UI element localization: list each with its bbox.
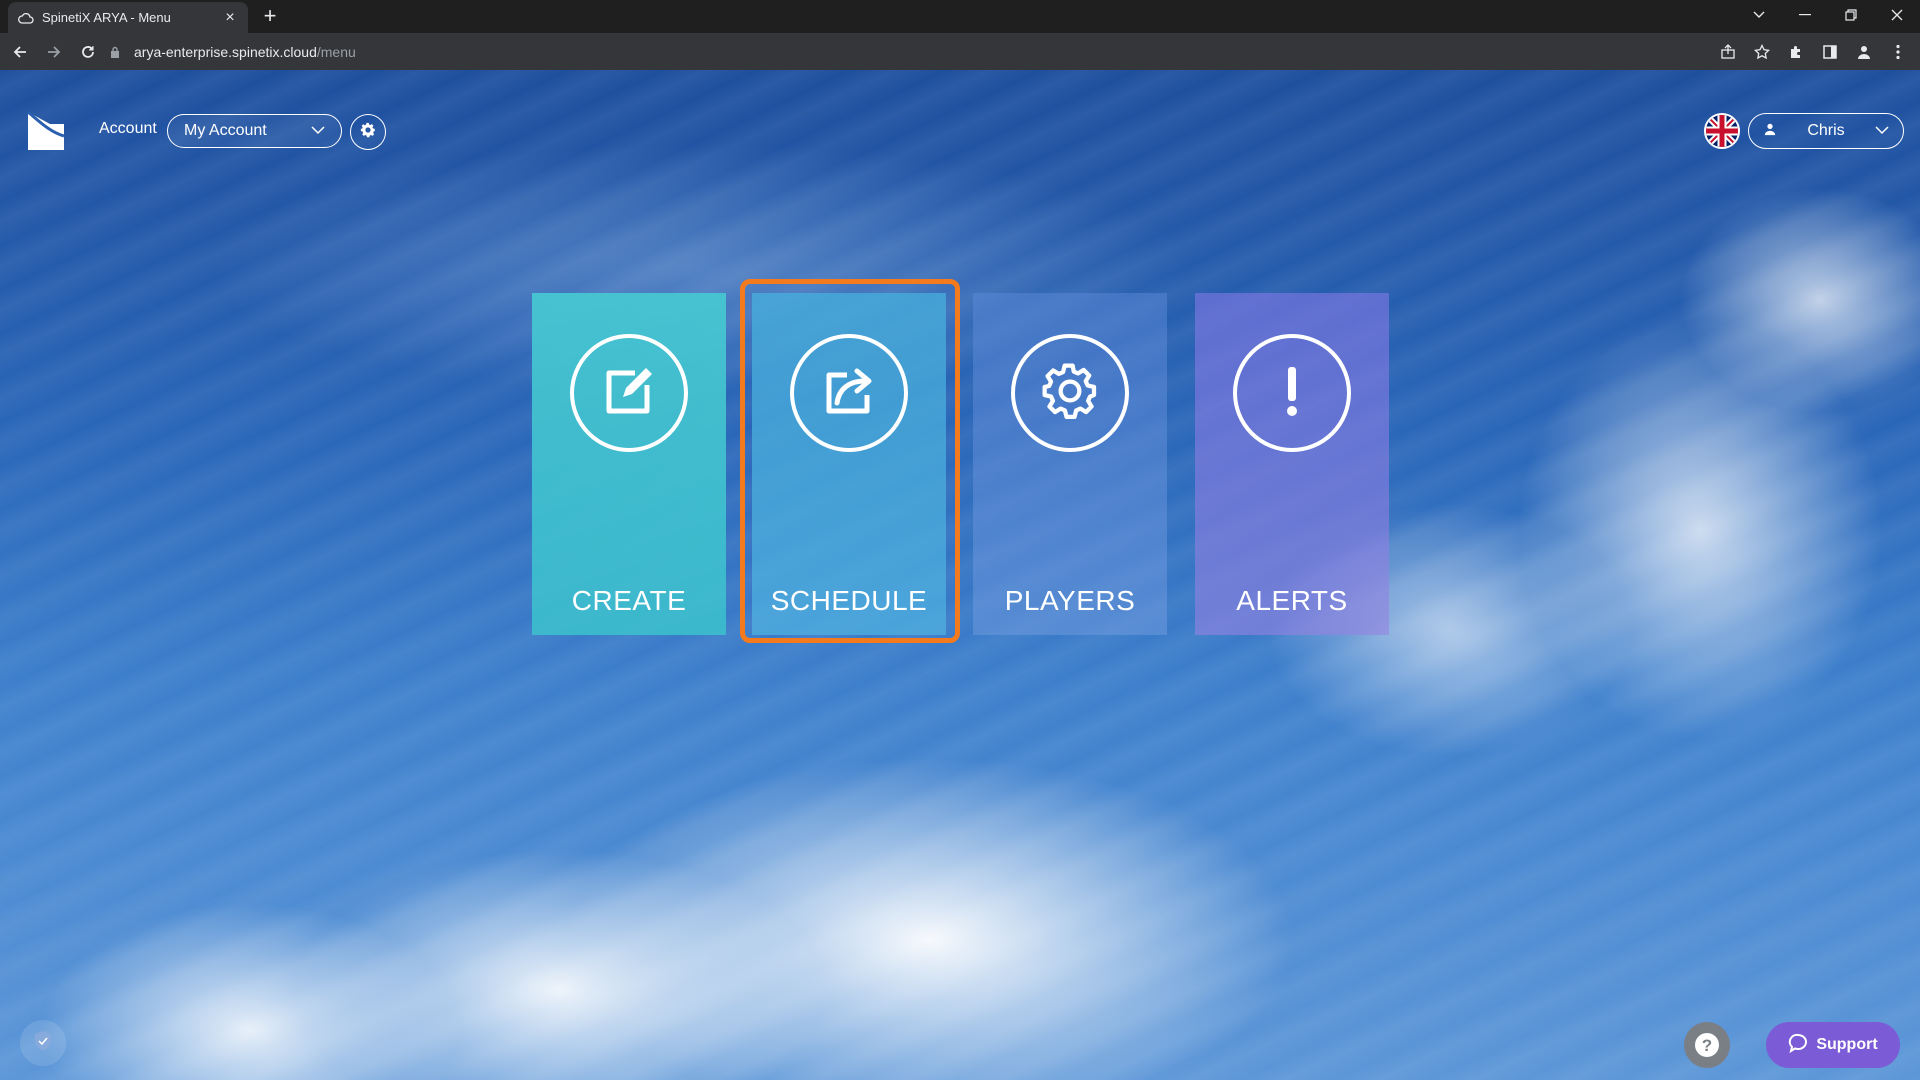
user-menu-dropdown[interactable]: Chris [1748,113,1904,149]
create-tile[interactable]: CREATE [532,293,726,635]
app-main: Account My Account Chris CREATE SCHEDULE… [0,70,1920,1080]
tab-close-icon[interactable]: × [222,9,238,26]
restore-icon[interactable] [1828,0,1874,30]
gear-icon [1038,359,1102,428]
schedule-tile[interactable]: SCHEDULE [752,293,946,635]
back-icon[interactable] [6,38,34,66]
browser-tab[interactable]: SpinetiX ARYA - Menu × [8,2,248,33]
create-icon-circle [570,334,688,452]
tab-title: SpinetiX ARYA - Menu [42,10,171,25]
chevron-down-icon [311,122,325,140]
spinetix-logo-icon[interactable] [26,110,66,152]
chevron-down-icon [1875,122,1889,140]
user-icon [1763,122,1777,141]
browser-tab-bar: SpinetiX ARYA - Menu × + [0,0,1920,33]
lock-icon [110,46,124,58]
share-page-icon[interactable] [1718,42,1738,62]
extensions-icon[interactable] [1786,42,1806,62]
edit-icon [597,359,661,428]
svg-text:?: ? [1702,1036,1712,1055]
url-path: /menu [316,43,356,60]
players-icon-circle [1011,334,1129,452]
alerts-icon-circle [1233,334,1351,452]
schedule-icon-circle [790,334,908,452]
account-dropdown-value: My Account [184,122,267,139]
new-tab-button[interactable]: + [258,5,282,29]
minimize-icon[interactable] [1782,0,1828,30]
profile-icon[interactable] [1854,42,1874,62]
support-button[interactable]: Support [1766,1022,1900,1068]
alerts-tile[interactable]: ALERTS [1195,293,1389,635]
sky-background [0,70,1920,1080]
language-flag-uk-icon[interactable] [1704,113,1740,149]
share-icon [817,359,881,428]
address-bar[interactable]: arya-enterprise.spinetix.cloud/menu [110,37,1710,66]
cloud-icon [18,10,34,26]
question-icon: ? [1695,1033,1719,1057]
support-label: Support [1816,1036,1878,1053]
account-dropdown[interactable]: My Account [167,114,342,148]
bookmark-star-icon[interactable] [1752,42,1772,62]
account-label: Account [99,120,157,137]
create-tile-label: CREATE [571,585,687,616]
schedule-tile-label: SCHEDULE [770,585,928,616]
alerts-tile-label: ALERTS [1236,585,1348,616]
tab-search-icon[interactable] [1736,0,1782,30]
gear-icon [359,121,377,144]
browser-toolbar: arya-enterprise.spinetix.cloud/menu [0,33,1920,70]
side-panel-icon[interactable] [1820,42,1840,62]
menu-dots-icon[interactable] [1888,42,1908,62]
shield-icon [33,1030,53,1057]
url-host: arya-enterprise.spinetix.cloud [134,43,317,60]
toolbar-actions [1718,37,1908,66]
players-tile-label: PLAYERS [1004,585,1136,616]
chat-bubble-icon [1788,1033,1808,1058]
close-window-icon[interactable] [1874,0,1920,30]
user-name: Chris [1807,122,1845,139]
privacy-shield-button[interactable] [20,1020,66,1066]
window-controls [1736,0,1920,33]
account-settings-button[interactable] [350,114,386,150]
help-button[interactable]: ? [1684,1022,1730,1068]
reload-icon[interactable] [74,38,102,66]
players-tile[interactable]: PLAYERS [973,293,1167,635]
exclamation-icon [1260,359,1324,428]
forward-icon[interactable] [40,38,68,66]
